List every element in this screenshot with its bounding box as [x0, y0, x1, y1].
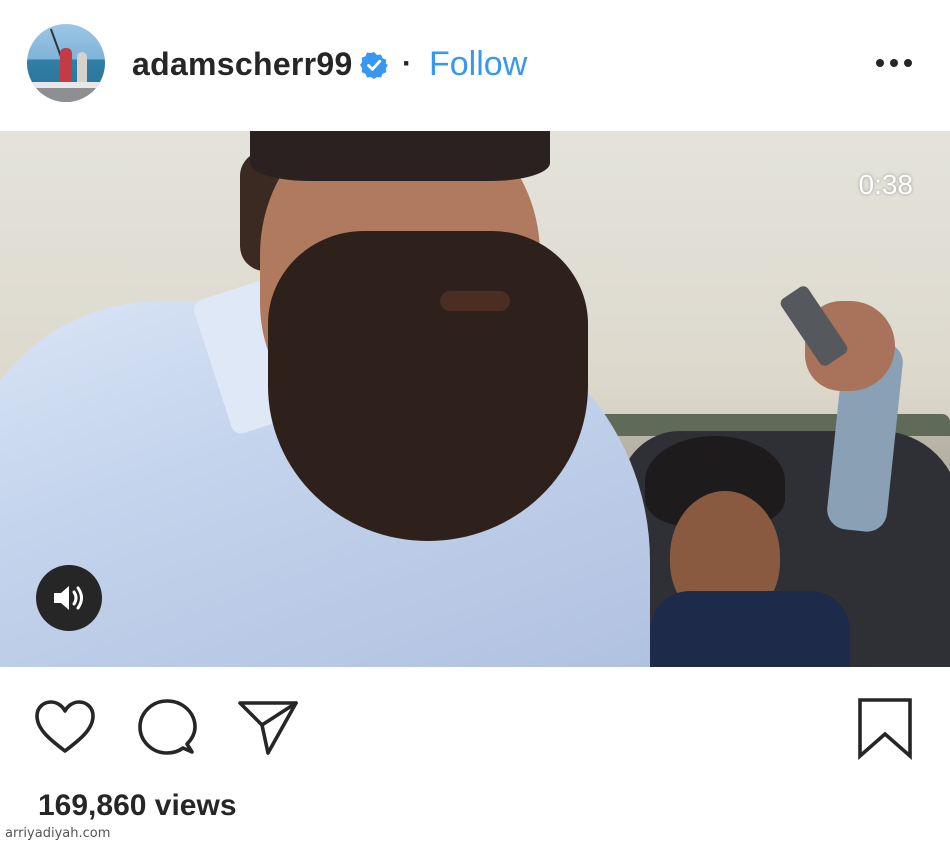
video-main-figure-beard — [268, 231, 588, 541]
video-player[interactable]: 0:38 — [0, 131, 950, 667]
separator-dot: · — [402, 47, 412, 80]
site-watermark: arriyadiyah.com — [5, 826, 111, 841]
post-header: adamscherr99 · Follow — [0, 0, 950, 130]
send-icon[interactable] — [236, 698, 300, 758]
avatar[interactable] — [27, 24, 105, 102]
video-duration: 0:38 — [858, 169, 914, 200]
heart-icon[interactable] — [34, 699, 96, 755]
verified-badge-icon — [360, 52, 388, 79]
follow-button[interactable]: Follow — [429, 44, 527, 84]
username[interactable]: adamscherr99 — [132, 44, 353, 84]
speaker-icon — [54, 586, 83, 610]
sound-toggle-button[interactable] — [36, 565, 102, 631]
comment-icon[interactable] — [137, 698, 199, 760]
view-count: 169,860 views — [38, 789, 237, 822]
more-options-icon[interactable] — [872, 52, 916, 74]
post-actions-bar — [0, 690, 950, 770]
bookmark-icon[interactable] — [856, 696, 914, 760]
